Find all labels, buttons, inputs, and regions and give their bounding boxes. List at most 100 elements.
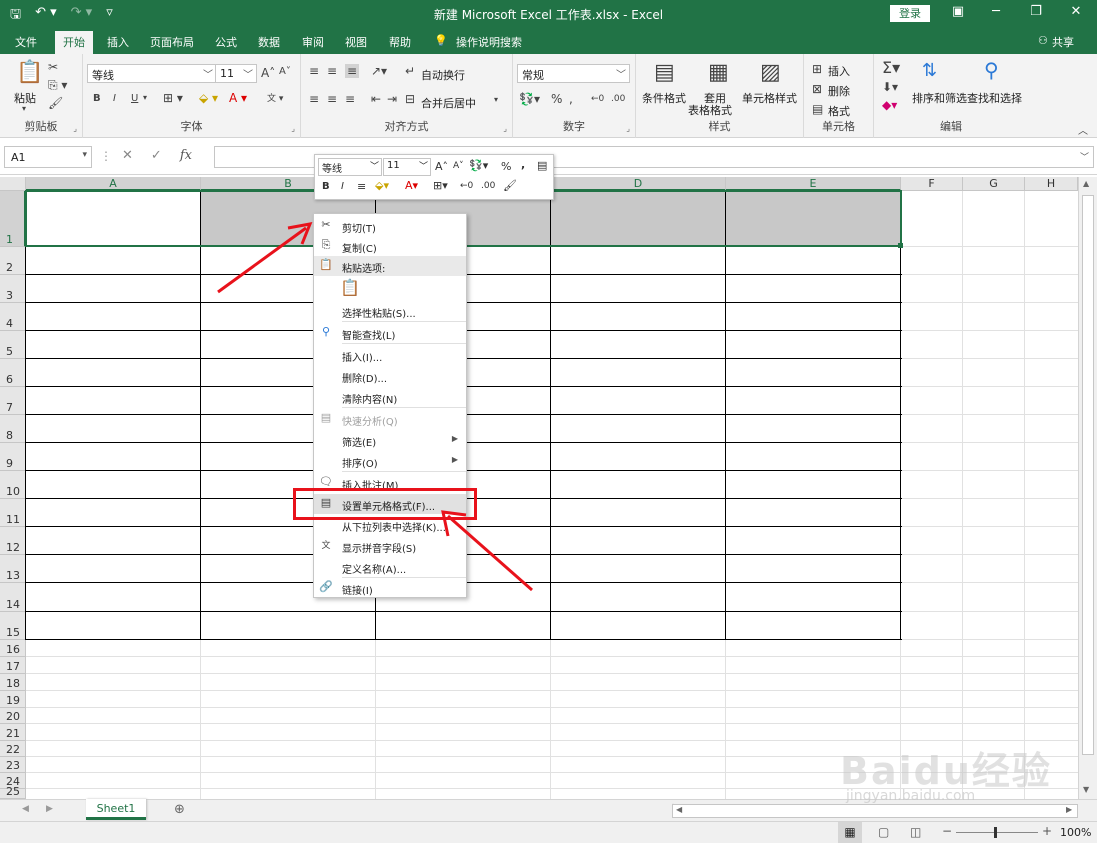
decrease-font-icon[interactable]: A˅: [279, 66, 291, 77]
zoom-slider[interactable]: [956, 832, 1038, 833]
login-button[interactable]: 登录: [890, 5, 930, 22]
delete-cells-icon[interactable]: ⊠: [812, 82, 822, 96]
mini-italic-button[interactable]: I: [341, 181, 344, 192]
row-header-21[interactable]: 21: [0, 724, 26, 741]
mini-size-combo[interactable]: 11 ﹀: [383, 158, 431, 176]
menu-item-filter[interactable]: 筛选(E) ▶: [314, 430, 466, 450]
align-right-icon[interactable]: ≡: [345, 92, 355, 106]
tell-me-search[interactable]: 操作说明搜索: [456, 34, 522, 50]
next-sheet-icon[interactable]: ▶: [46, 804, 53, 814]
underline-button[interactable]: U: [131, 93, 138, 104]
insert-function-button[interactable]: fx: [180, 148, 192, 163]
name-box[interactable]: A1 ▾: [4, 146, 92, 168]
phonetic-icon[interactable]: 文 ▾: [267, 91, 283, 104]
horizontal-scrollbar[interactable]: ◀: [672, 804, 1078, 818]
align-bottom-icon[interactable]: ≡: [345, 64, 360, 78]
tab-page-layout[interactable]: 页面布局: [150, 34, 194, 50]
fill-color-icon[interactable]: ⬙▾: [375, 179, 389, 192]
orientation-icon[interactable]: ↗▾: [371, 64, 387, 78]
percent-icon[interactable]: %: [501, 160, 511, 173]
increase-decimal-icon[interactable]: ←0: [460, 181, 473, 191]
row-header-4[interactable]: 4: [0, 303, 26, 331]
delete-cells-button[interactable]: 删除: [828, 83, 850, 99]
sort-filter-button[interactable]: 排序和筛选: [912, 90, 967, 106]
menu-item-delete[interactable]: 删除(D)...: [314, 366, 466, 386]
dialog-launcher-icon[interactable]: ⌟: [626, 124, 630, 133]
wrap-text-icon[interactable]: ↵: [405, 64, 415, 78]
normal-view-icon[interactable]: ▦: [838, 822, 862, 843]
menu-item-define-name[interactable]: 定义名称(A)...: [314, 557, 466, 577]
zoom-out-icon[interactable]: −: [942, 824, 952, 838]
italic-button[interactable]: I: [113, 93, 116, 104]
border-icon[interactable]: ⊞ ▾: [163, 91, 183, 105]
menu-item-cut[interactable]: ✂ 剪切(T): [314, 216, 466, 236]
vertical-scrollbar[interactable]: ▲ ▼: [1078, 177, 1097, 799]
scroll-up-icon[interactable]: ▲: [1083, 179, 1089, 188]
row-header-12[interactable]: 12: [0, 527, 26, 555]
column-header-f[interactable]: F: [901, 177, 963, 191]
tab-help[interactable]: 帮助: [389, 34, 411, 50]
row-header-19[interactable]: 19: [0, 691, 26, 708]
row-header-14[interactable]: 14: [0, 583, 26, 612]
tab-data[interactable]: 数据: [258, 34, 280, 50]
tab-insert[interactable]: 插入: [107, 34, 129, 50]
conditional-format-button[interactable]: 条件格式: [642, 90, 686, 106]
font-color-icon[interactable]: A ▾: [229, 91, 247, 105]
tab-home[interactable]: 开始: [55, 31, 93, 54]
decrease-decimal-icon[interactable]: .00: [611, 94, 625, 104]
conditional-format-icon[interactable]: ▤: [654, 60, 675, 85]
percent-icon[interactable]: %: [551, 92, 562, 106]
font-name-combo[interactable]: 等线 ﹀: [87, 64, 217, 83]
align-middle-icon[interactable]: ≡: [327, 64, 337, 78]
format-painter-icon[interactable]: 🖌: [48, 96, 63, 110]
format-cells-icon[interactable]: ▤: [812, 102, 823, 116]
sheet-tab-sheet1[interactable]: Sheet1: [86, 799, 146, 820]
clear-icon[interactable]: ◆▾: [882, 98, 897, 112]
mini-font-combo[interactable]: 等线 ﹀: [318, 158, 382, 176]
column-header-a[interactable]: A: [26, 177, 201, 191]
row-header-6[interactable]: 6: [0, 359, 26, 387]
border-icon[interactable]: ⊞▾: [433, 179, 448, 192]
page-break-view-icon[interactable]: ◫: [910, 825, 921, 839]
sort-filter-icon[interactable]: ⇅: [922, 60, 937, 81]
format-as-table-button-2[interactable]: 表格格式: [688, 102, 732, 118]
fill-icon[interactable]: ⬇▾: [882, 80, 898, 94]
find-select-button[interactable]: 查找和选择: [967, 90, 1022, 106]
minimize-icon[interactable]: ─: [986, 4, 1006, 19]
zoom-level[interactable]: 100%: [1060, 826, 1091, 839]
zoom-thumb[interactable]: [994, 827, 997, 838]
number-format-combo[interactable]: 常规 ﹀: [517, 64, 630, 83]
format-table-icon[interactable]: ▤: [537, 159, 547, 172]
menu-item-insert[interactable]: 插入(I)...: [314, 345, 466, 365]
menu-item-copy[interactable]: ⎘ 复制(C): [314, 236, 466, 256]
wrap-text-button[interactable]: 自动换行: [421, 67, 465, 83]
scroll-thumb[interactable]: [1082, 195, 1094, 755]
menu-item-paste-special[interactable]: 选择性粘贴(S)...: [314, 301, 466, 321]
tab-formulas[interactable]: 公式: [215, 34, 237, 50]
merge-icon[interactable]: ⊟: [405, 92, 415, 106]
row-header-23[interactable]: 23: [0, 757, 26, 773]
row-header-17[interactable]: 17: [0, 657, 26, 674]
mini-bold-button[interactable]: B: [322, 181, 330, 192]
search-icon[interactable]: ⚲: [984, 58, 999, 82]
align-center-icon[interactable]: ≡: [327, 92, 337, 106]
row-header-20[interactable]: 20: [0, 708, 26, 724]
row-header-25[interactable]: 25: [0, 785, 26, 799]
paste-option-icon[interactable]: 📋: [340, 278, 362, 300]
comma-icon[interactable]: ,: [521, 158, 525, 171]
font-color-icon[interactable]: A▾: [405, 179, 418, 192]
copy-icon[interactable]: ⎘ ▾: [48, 78, 67, 93]
paste-icon[interactable]: 📋: [16, 60, 43, 85]
page-layout-view-icon[interactable]: ▢: [878, 825, 889, 839]
menu-item-link[interactable]: 🔗 链接(I): [314, 578, 466, 598]
row-header-15[interactable]: 15: [0, 612, 26, 640]
scroll-right-icon[interactable]: ▶: [1066, 805, 1072, 814]
column-header-d[interactable]: D: [551, 177, 726, 191]
dialog-launcher-icon[interactable]: ⌟: [73, 124, 77, 133]
align-top-icon[interactable]: ≡: [309, 64, 319, 78]
format-painter-icon[interactable]: 🖌: [503, 179, 517, 192]
comma-icon[interactable]: ,: [569, 92, 573, 106]
scroll-down-icon[interactable]: ▼: [1083, 785, 1089, 794]
row-header-3[interactable]: 3: [0, 275, 26, 303]
prev-sheet-icon[interactable]: ◀: [22, 804, 29, 814]
